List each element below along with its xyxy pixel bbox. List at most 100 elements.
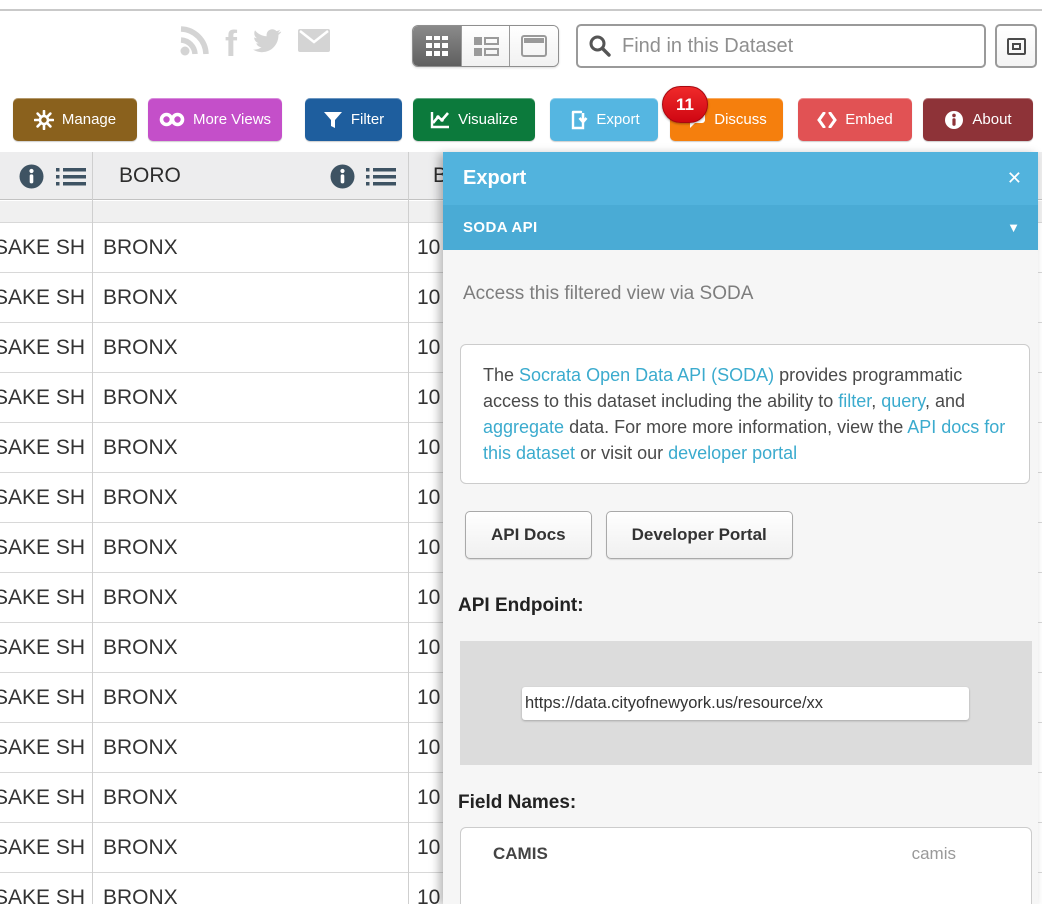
cell-boro[interactable]: BRONX bbox=[103, 623, 178, 672]
grid-view-toggle[interactable] bbox=[413, 26, 462, 66]
cell-dba[interactable]: SAKE SH bbox=[0, 523, 85, 572]
cell-building[interactable]: 10 bbox=[417, 523, 440, 572]
embed-label: Embed bbox=[845, 111, 893, 128]
rich-list-view-toggle[interactable] bbox=[462, 26, 511, 66]
cell-dba[interactable]: SAKE SH bbox=[0, 473, 85, 522]
more-views-button[interactable]: More Views bbox=[148, 98, 282, 141]
search-input[interactable] bbox=[622, 35, 974, 58]
facebook-icon[interactable]: f bbox=[225, 27, 237, 60]
twitter-icon[interactable] bbox=[251, 27, 283, 60]
cell-dba[interactable]: SAKE SH bbox=[0, 423, 85, 472]
cell-boro[interactable]: BRONX bbox=[103, 473, 178, 522]
cell-dba[interactable]: SAKE SH bbox=[0, 223, 85, 272]
developer-portal-button[interactable]: Developer Portal bbox=[606, 511, 793, 559]
export-download-icon bbox=[568, 110, 588, 130]
chevron-down-icon[interactable]: ▼ bbox=[1007, 220, 1020, 235]
code-brackets-icon bbox=[817, 112, 837, 128]
column-info-icon[interactable] bbox=[330, 164, 355, 194]
email-icon[interactable] bbox=[297, 28, 331, 58]
column-menu-icon[interactable] bbox=[56, 167, 86, 192]
cell-boro[interactable]: BRONX bbox=[103, 523, 178, 572]
cell-dba[interactable]: SAKE SH bbox=[0, 773, 85, 822]
cell-dba[interactable]: SAKE SH bbox=[0, 373, 85, 422]
embed-button[interactable]: Embed bbox=[798, 98, 912, 141]
description-text: , bbox=[871, 391, 881, 411]
filter-link[interactable]: filter bbox=[838, 391, 871, 411]
cell-dba[interactable]: SAKE SH bbox=[0, 623, 85, 672]
manage-label: Manage bbox=[62, 111, 116, 128]
filter-button[interactable]: Filter bbox=[305, 98, 402, 141]
cell-boro[interactable]: BRONX bbox=[103, 823, 178, 872]
social-share-bar: f bbox=[178, 24, 331, 62]
soda-api-section-header[interactable]: SODA API ▼ bbox=[443, 205, 1038, 250]
cell-dba[interactable]: SAKE SH bbox=[0, 323, 85, 372]
about-label: About bbox=[972, 111, 1011, 128]
cell-building[interactable]: 10 bbox=[417, 773, 440, 822]
soda-buttons-row: API Docs Developer Portal bbox=[465, 511, 1038, 559]
fullscreen-button[interactable] bbox=[995, 24, 1037, 68]
page-view-toggle[interactable] bbox=[510, 26, 558, 66]
export-button[interactable]: Export bbox=[550, 98, 658, 141]
cell-boro[interactable]: BRONX bbox=[103, 223, 178, 272]
cell-boro[interactable]: BRONX bbox=[103, 423, 178, 472]
discuss-count-badge: 11 bbox=[662, 86, 708, 123]
manage-button[interactable]: Manage bbox=[13, 98, 137, 141]
cell-boro[interactable]: BRONX bbox=[103, 773, 178, 822]
cell-boro[interactable]: BRONX bbox=[103, 873, 178, 904]
close-icon[interactable]: ✕ bbox=[1007, 168, 1022, 189]
field-names-label: Field Names: bbox=[458, 792, 1038, 814]
visualize-label: Visualize bbox=[458, 111, 518, 128]
cell-building[interactable]: 10 bbox=[417, 623, 440, 672]
dataset-search bbox=[576, 24, 986, 68]
cell-dba[interactable]: SAKE SH bbox=[0, 873, 85, 904]
cell-building[interactable]: 10 bbox=[417, 273, 440, 322]
soda-link[interactable]: Socrata Open Data API (SODA) bbox=[519, 365, 774, 385]
cell-boro[interactable]: BRONX bbox=[103, 323, 178, 372]
cell-building[interactable]: 10 bbox=[417, 423, 440, 472]
cell-boro[interactable]: BRONX bbox=[103, 573, 178, 622]
export-panel-body: Access this filtered view via SODA The S… bbox=[443, 283, 1038, 904]
column-divider bbox=[92, 152, 93, 904]
column-menu-icon[interactable] bbox=[366, 167, 396, 192]
api-docs-button[interactable]: API Docs bbox=[465, 511, 592, 559]
cell-building[interactable]: 10 bbox=[417, 823, 440, 872]
cell-dba[interactable]: SAKE SH bbox=[0, 823, 85, 872]
filter-funnel-icon bbox=[323, 111, 343, 129]
gear-icon bbox=[34, 110, 54, 130]
dataset-page: f bbox=[0, 0, 1042, 904]
column-header-boro[interactable]: BORO bbox=[119, 152, 181, 200]
more-views-label: More Views bbox=[193, 111, 271, 128]
rss-icon[interactable] bbox=[178, 24, 211, 62]
cell-building[interactable]: 10 bbox=[417, 673, 440, 722]
cell-building[interactable]: 10 bbox=[417, 373, 440, 422]
cell-building[interactable]: 10 bbox=[417, 873, 440, 904]
cell-boro[interactable]: BRONX bbox=[103, 273, 178, 322]
cell-boro[interactable]: BRONX bbox=[103, 373, 178, 422]
description-text: , and bbox=[925, 391, 965, 411]
column-info-icon[interactable] bbox=[19, 164, 44, 194]
visualize-button[interactable]: Visualize bbox=[413, 98, 535, 141]
soda-subtitle: Access this filtered view via SODA bbox=[463, 283, 1038, 305]
discuss-label: Discuss bbox=[714, 111, 767, 128]
query-link[interactable]: query bbox=[881, 391, 925, 411]
cell-dba[interactable]: SAKE SH bbox=[0, 273, 85, 322]
cell-boro[interactable]: BRONX bbox=[103, 673, 178, 722]
cell-building[interactable]: 10 bbox=[417, 473, 440, 522]
chart-icon bbox=[430, 111, 450, 129]
about-button[interactable]: About bbox=[923, 98, 1033, 141]
cell-dba[interactable]: SAKE SH bbox=[0, 673, 85, 722]
export-panel-title: Export bbox=[463, 167, 1007, 190]
export-panel: Export ✕ SODA API ▼ Access this filtered… bbox=[443, 152, 1038, 904]
cell-boro[interactable]: BRONX bbox=[103, 723, 178, 772]
soda-api-title: SODA API bbox=[463, 219, 1007, 236]
cell-dba[interactable]: SAKE SH bbox=[0, 723, 85, 772]
api-endpoint-input[interactable] bbox=[522, 687, 969, 720]
developer-portal-link[interactable]: developer portal bbox=[668, 443, 797, 463]
cell-building[interactable]: 10 bbox=[417, 573, 440, 622]
cell-building[interactable]: 10 bbox=[417, 723, 440, 772]
aggregate-link[interactable]: aggregate bbox=[483, 417, 564, 437]
cell-building[interactable]: 10 bbox=[417, 223, 440, 272]
cell-dba[interactable]: SAKE SH bbox=[0, 573, 85, 622]
cell-building[interactable]: 10 bbox=[417, 323, 440, 372]
description-text: data. For more more information, view th… bbox=[564, 417, 907, 437]
